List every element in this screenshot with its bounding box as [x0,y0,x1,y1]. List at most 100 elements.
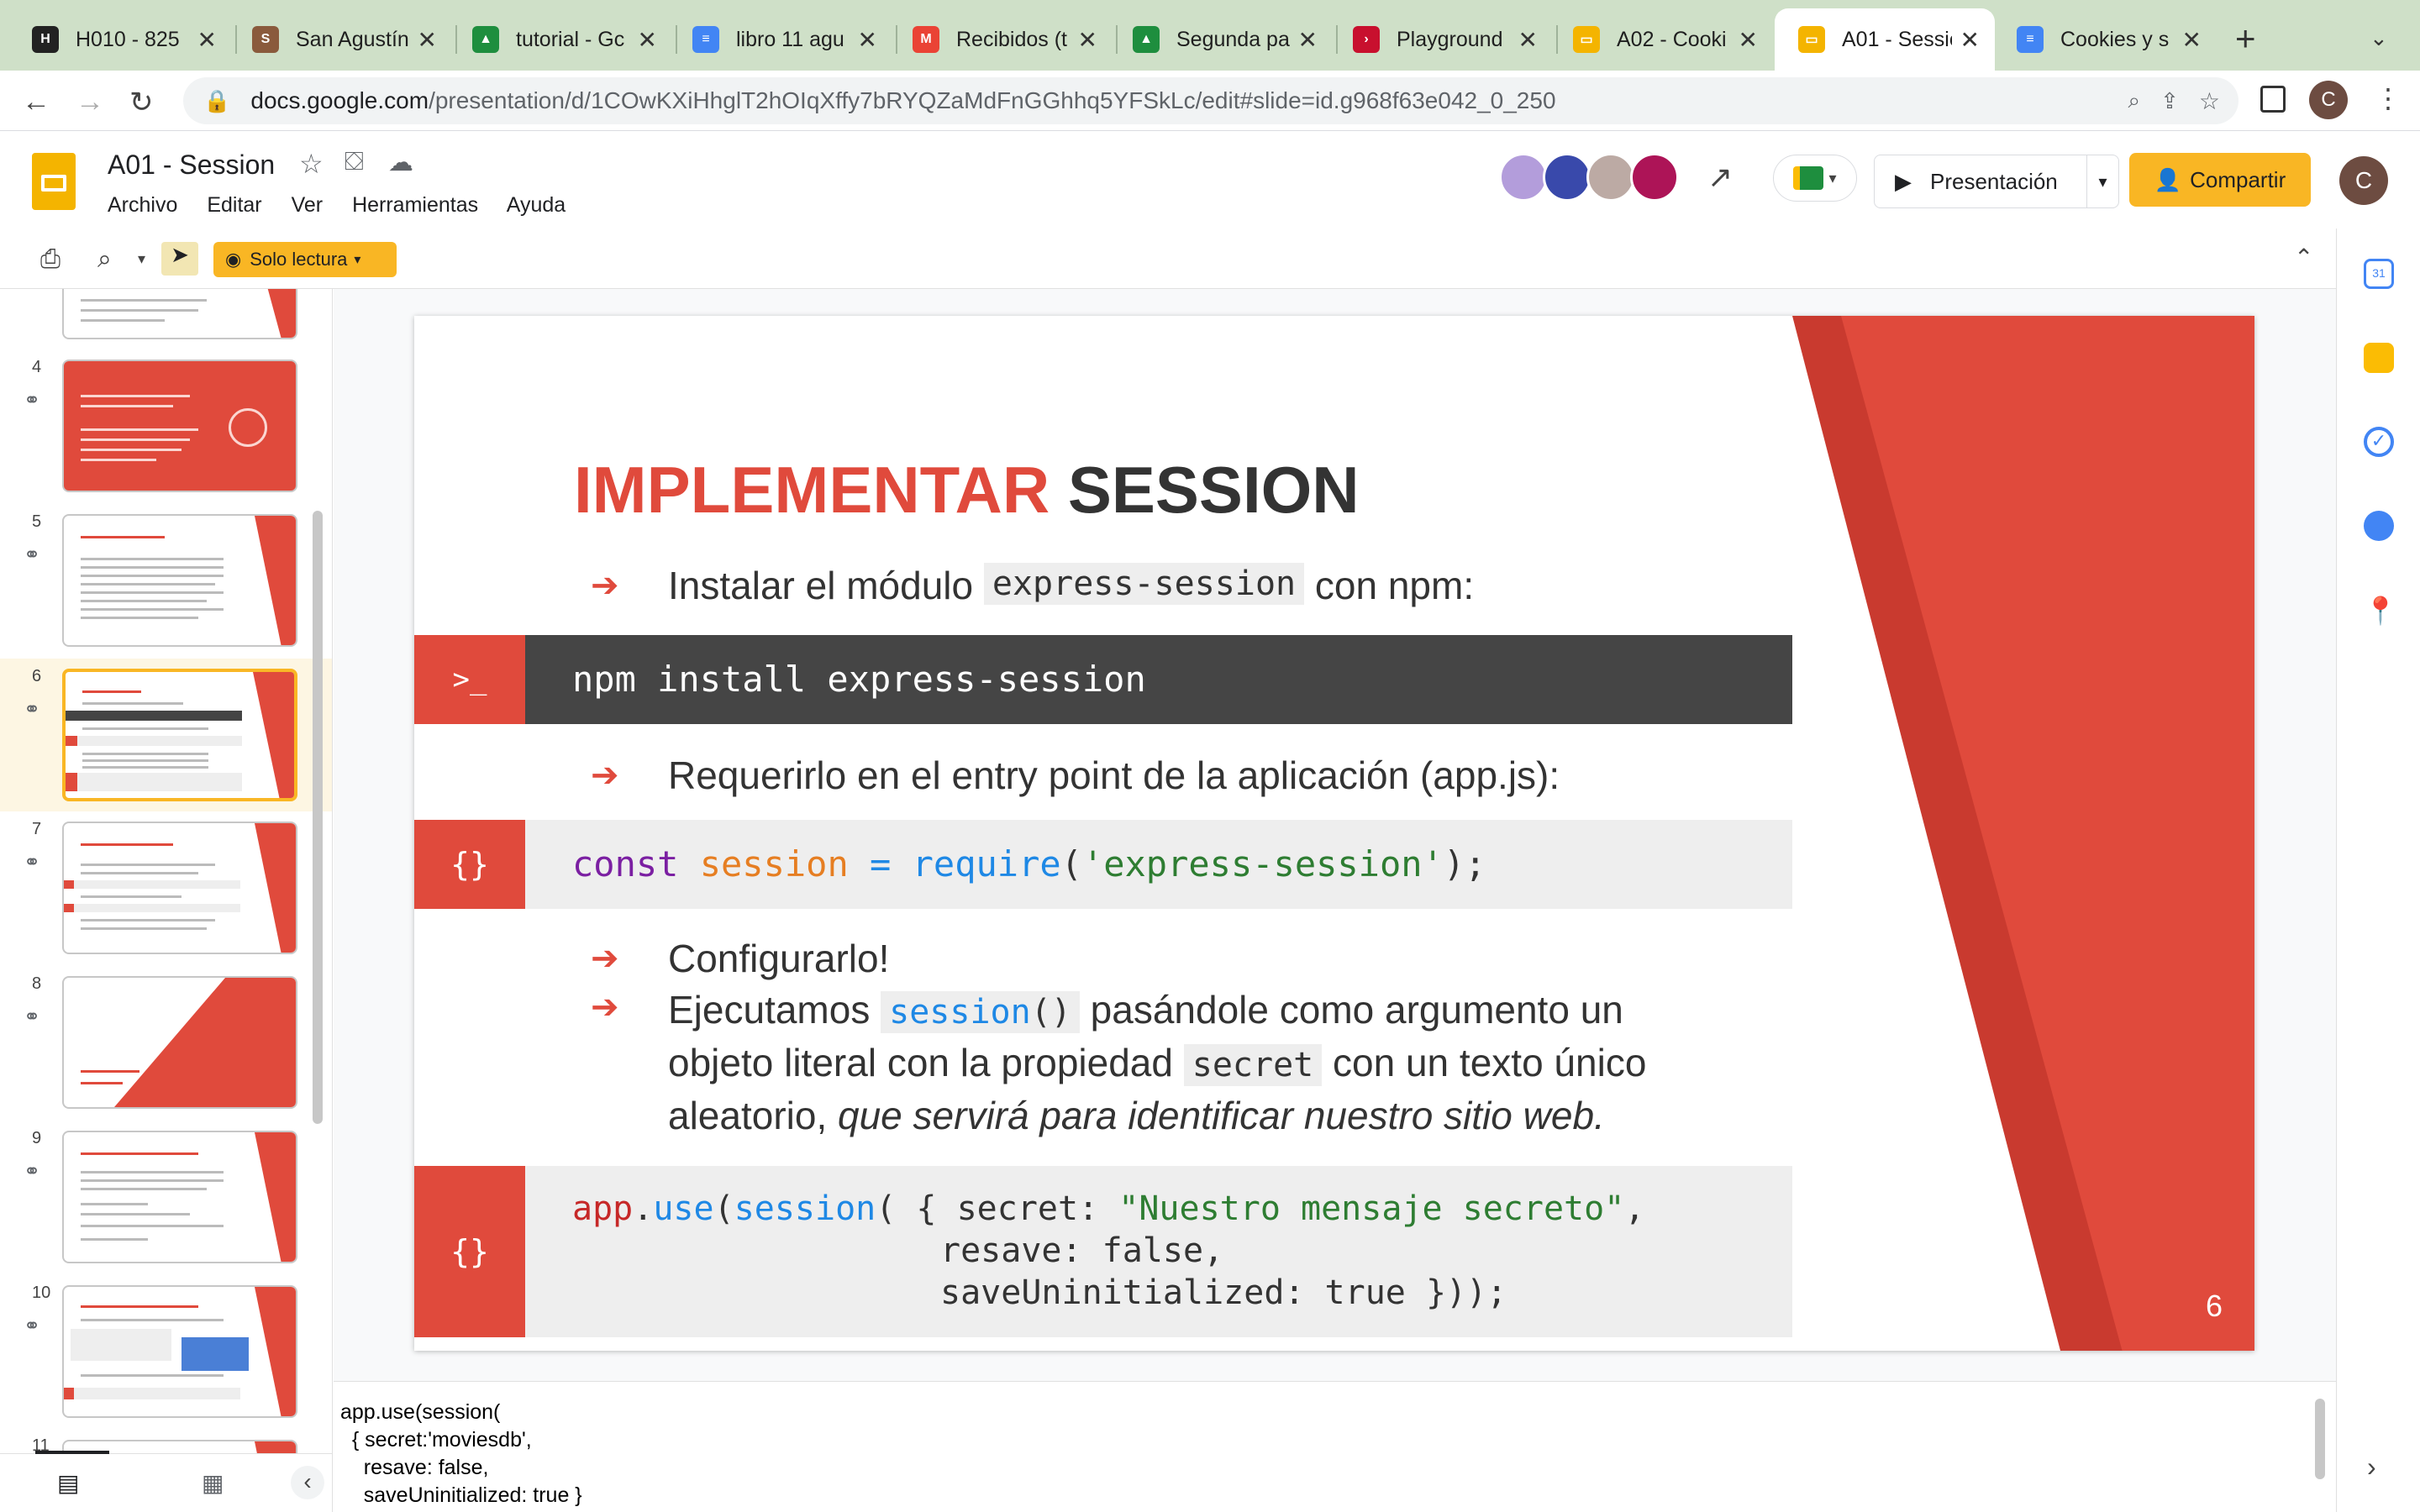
present-options-chevron-icon[interactable]: ▾ [2087,155,2119,208]
close-icon[interactable]: ✕ [2182,26,2202,54]
menu-editar[interactable]: Editar [207,193,261,217]
collaborator-avatar[interactable] [1543,153,1591,202]
eye-icon: ◉ [225,249,242,270]
menu-archivo[interactable]: Archivo [108,193,177,217]
notes-scrollbar[interactable] [2315,1399,2325,1479]
share-button[interactable]: 👤 Compartir [2129,153,2311,207]
url-field[interactable]: 🔒 docs.google.com/presentation/d/1COwKXi… [183,77,2238,124]
close-icon[interactable]: ✕ [1960,26,1980,54]
speaker-notes[interactable]: app.use(session( { secret:'moviesdb', re… [334,1381,2336,1512]
browser-tab-strip: H H010 - 825 ✕ S San Agustín ✕ ▲ tutorial - G… [0,0,2420,71]
slide-6: IMPLEMENTAR SESSION ➔ Instalar el módulo… [414,316,2254,1351]
menu-ver[interactable]: Ver [292,193,324,217]
forward-icon[interactable]: → [76,86,104,118]
meet-button[interactable]: ▾ [1773,155,1857,202]
calendar-icon[interactable]: 31 [2364,259,2394,289]
contacts-icon[interactable] [2364,511,2394,541]
slide-thumbnail-5[interactable] [62,514,297,647]
bullet-configure: ➔ Configurarlo! [591,937,890,980]
share-page-icon[interactable]: ⇪ [2160,88,2179,114]
arrow-right-icon: ➔ [591,567,619,604]
expand-panel-icon[interactable]: › [2367,1452,2376,1483]
slide-thumbnail-8[interactable] [62,976,297,1109]
browser-profile-avatar[interactable]: C [2309,81,2348,119]
keep-icon[interactable] [2364,343,2394,373]
lock-icon: 🔒 [203,87,231,113]
bullet-require: ➔ Requerirlo en el entry point de la apl… [591,753,1560,797]
docs-icon: ≡ [692,26,719,53]
slide-thumbnail-6-selected[interactable] [62,669,297,801]
browser-tab-5[interactable]: M Recibidos (t ✕ [881,8,1113,71]
collaborator-avatar[interactable] [1630,153,1679,202]
close-icon[interactable]: ✕ [1078,26,1097,54]
link-icon: ⚭ [24,851,41,874]
grid-view-icon[interactable]: ▦ [202,1469,224,1497]
browser-tab-active[interactable]: ▭ A01 - Sessio ✕ [1775,8,1995,71]
close-icon[interactable]: ✕ [858,26,877,54]
browser-tab-10[interactable]: ≡ Cookies y s ✕ [1996,8,2217,71]
drive-icon: ▲ [1133,26,1160,53]
slide-thumbnail-10[interactable] [62,1285,297,1418]
arrow-right-icon: ➔ [591,757,619,794]
bullet-execute: ➔ Ejecutamos session() pasándole como ar… [591,984,1646,1141]
collapse-filmstrip-icon[interactable]: ‹ [291,1466,324,1499]
zoom-icon[interactable]: ⌕ [97,245,112,274]
print-icon[interactable]: ⎙ [40,245,60,274]
browser-tab-4[interactable]: ≡ libro 11 agu ✕ [660,8,892,71]
collaborator-avatar[interactable] [1586,153,1635,202]
menu-ayuda[interactable]: Ayuda [507,193,566,217]
zoom-icon[interactable]: ⌕ [2128,87,2141,114]
present-button[interactable]: ▶ Presentación [1874,155,2087,208]
reload-icon[interactable]: ↻ [129,86,154,119]
browser-tab-7[interactable]: › Playground ✕ [1321,8,1553,71]
slides-logo-icon[interactable] [32,153,76,210]
readonly-mode-button[interactable]: ◉ Solo lectura ▾ [213,242,397,277]
close-icon[interactable]: ✕ [418,26,437,54]
filmstrip-scrollbar[interactable] [313,511,323,1124]
tab-search-chevron-icon[interactable]: ⌄ [2370,25,2388,51]
terminal-code-block: >_ npm install express-session [414,635,1792,724]
document-title[interactable]: A01 - Session [108,150,275,181]
link-icon: ⚭ [24,1160,41,1183]
menu-bar: Archivo Editar Ver Herramientas Ayuda [108,193,589,218]
slide-thumbnail-3[interactable] [62,289,297,339]
browser-menu-icon[interactable]: ⋮ [2375,82,2402,114]
slide-thumbnail-7[interactable] [62,822,297,954]
slide-title: IMPLEMENTAR SESSION [574,453,1360,527]
filmstrip-view-icon[interactable]: ▤ [57,1469,79,1497]
tab-favicon-icon: H [32,26,59,53]
new-tab-icon[interactable]: + [2235,18,2256,59]
maps-icon[interactable]: 📍 [2364,595,2397,626]
collaborator-avatar[interactable] [1499,153,1548,202]
browser-tab-1[interactable]: H H010 - 825 ✕ [0,8,232,71]
account-avatar[interactable]: C [2339,156,2388,205]
slides-icon: ▭ [1573,26,1600,53]
select-cursor-icon[interactable]: ➤ [161,242,198,276]
menu-herramientas[interactable]: Herramientas [352,193,478,217]
browser-tab-6[interactable]: ▲ Segunda pa ✕ [1101,8,1333,71]
star-icon[interactable]: ☆ [299,148,324,180]
browser-tab-3[interactable]: ▲ tutorial - Gc ✕ [440,8,672,71]
browser-tab-2[interactable]: S San Agustín ✕ [220,8,452,71]
back-icon[interactable]: ← [22,86,50,118]
slide-page-number: 6 [2206,1289,2223,1323]
activity-trend-icon[interactable]: ↗ [1707,160,1733,195]
close-icon[interactable]: ✕ [638,26,657,54]
collapse-menus-icon[interactable]: ⌃ [2294,244,2313,271]
zoom-chevron-icon[interactable]: ▾ [138,250,145,268]
extensions-icon[interactable] [2260,86,2286,113]
slide-thumbnail-9[interactable] [62,1131,297,1263]
close-icon[interactable]: ✕ [1518,26,1538,54]
close-icon[interactable]: ✕ [1739,26,1758,54]
slide-thumbnail-4[interactable] [62,360,297,492]
address-bar-row: ← → ↻ 🔒 docs.google.com/presentation/d/1… [0,71,2420,131]
link-icon: ⚭ [24,698,41,721]
chevron-down-icon: ▾ [1828,169,1837,186]
move-icon[interactable]: ⛋ [345,148,364,176]
browser-tab-8[interactable]: ▭ A02 - Cooki ✕ [1541,8,1773,71]
bookmark-star-icon[interactable]: ☆ [2199,87,2220,115]
close-icon[interactable]: ✕ [1298,26,1318,54]
tasks-icon[interactable]: ✓ [2364,427,2394,457]
link-icon: ⚭ [24,1315,41,1337]
close-icon[interactable]: ✕ [197,26,217,54]
